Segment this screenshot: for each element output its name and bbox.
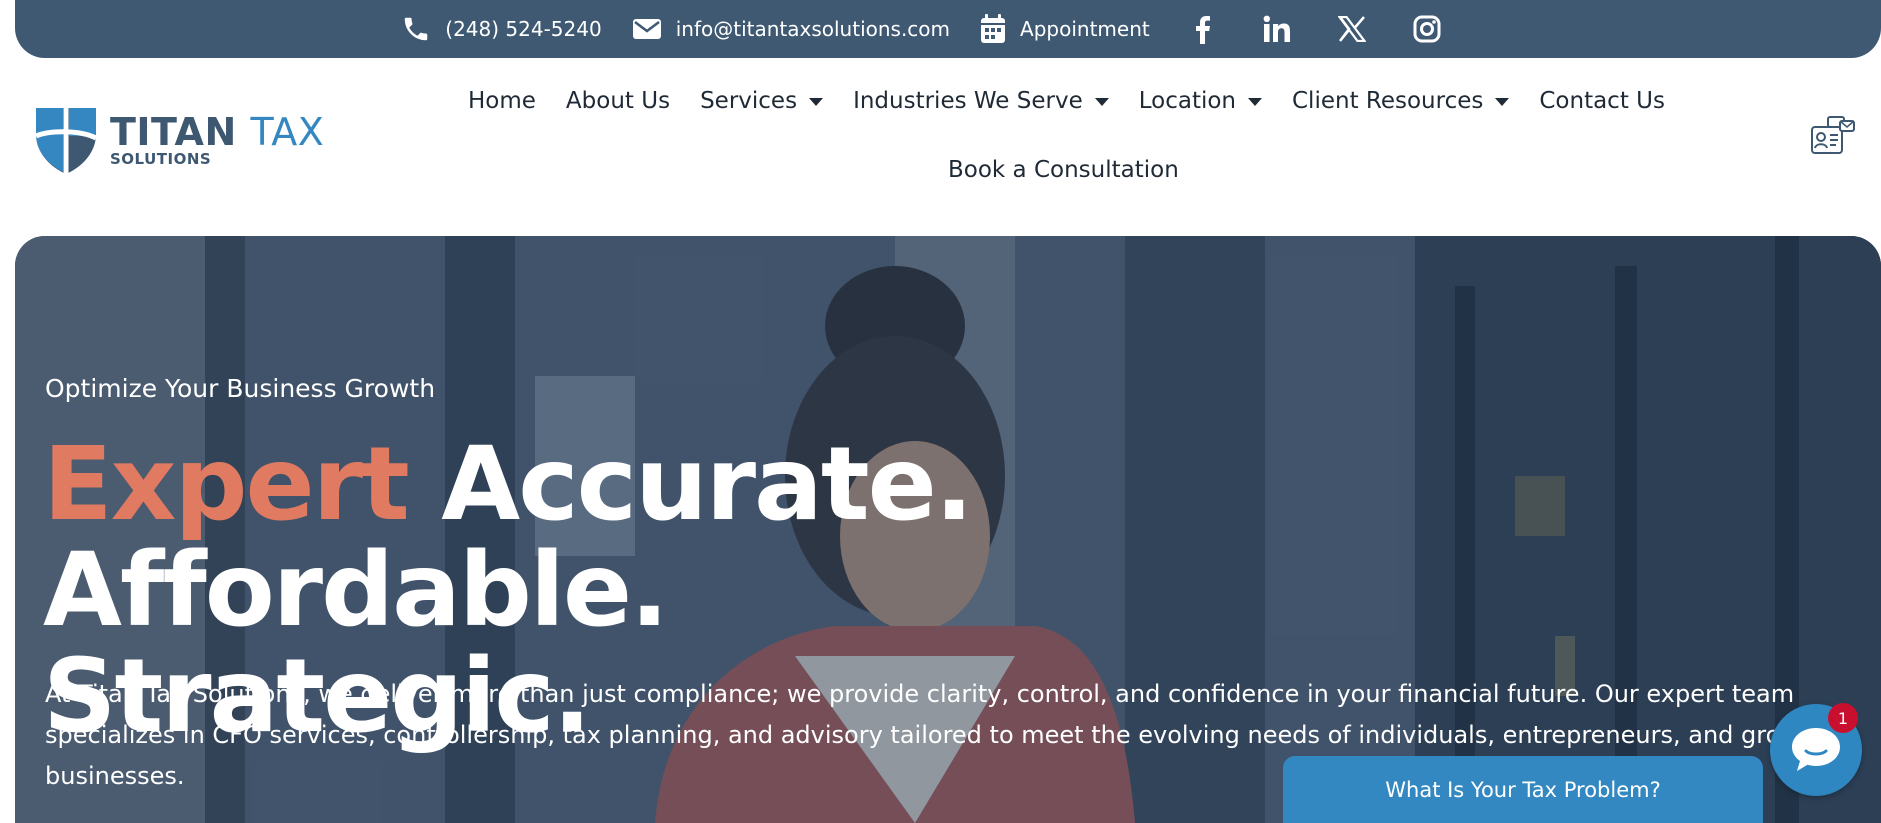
contact-card-icon[interactable]	[1808, 113, 1858, 163]
email-address: info@titantaxsolutions.com	[675, 17, 951, 41]
notification-badge: 1	[1828, 703, 1858, 733]
nav-client-resources[interactable]: Client Resources	[1292, 88, 1510, 114]
phone-link[interactable]: (248) 524-5240	[401, 14, 602, 44]
headline-accent-word: Expert	[43, 425, 410, 544]
nav-contact-label: Contact Us	[1539, 88, 1665, 114]
logo-word-tax: TAX	[250, 110, 325, 154]
envelope-icon	[632, 19, 661, 39]
social-links	[1182, 9, 1447, 49]
top-contact-bar: (248) 524-5240 info@titantaxsolutions.co…	[15, 0, 1881, 58]
hero-section: Optimize Your Business Growth Expert Acc…	[15, 236, 1881, 823]
caret-down-icon	[1495, 98, 1510, 106]
nav-about-us[interactable]: About Us	[566, 88, 670, 114]
nav-services-label: Services	[700, 88, 798, 114]
main-nav: Home About Us Services Industries We Ser…	[468, 88, 1665, 114]
hero-eyebrow: Optimize Your Business Growth	[45, 374, 436, 403]
linkedin-icon[interactable]	[1257, 9, 1297, 49]
shield-logo-icon	[35, 106, 98, 174]
nav-industries[interactable]: Industries We Serve	[853, 88, 1109, 114]
chat-icon	[1792, 728, 1840, 771]
site-logo[interactable]: TITAN TAX SOLUTIONS	[30, 104, 324, 176]
nav-location-label: Location	[1138, 88, 1236, 114]
x-icon[interactable]	[1332, 9, 1372, 49]
caret-down-icon	[1094, 98, 1109, 106]
calendar-icon	[981, 14, 1006, 43]
instagram-icon[interactable]	[1407, 9, 1447, 49]
nav-client-resources-label: Client Resources	[1292, 88, 1484, 114]
nav-about-label: About Us	[565, 88, 671, 114]
nav-home-label: Home	[468, 88, 536, 114]
caret-down-icon	[809, 98, 824, 106]
tax-problem-chat-bar[interactable]: What Is Your Tax Problem?	[1283, 756, 1763, 823]
logo-word-titan: TITAN	[110, 110, 237, 154]
logo-wordmark: TITAN TAX	[110, 112, 324, 152]
appointment-label: Appointment	[1020, 17, 1150, 41]
appointment-link[interactable]: Appointment	[980, 14, 1150, 44]
nav-home[interactable]: Home	[468, 88, 536, 114]
nav-industries-label: Industries We Serve	[853, 88, 1083, 114]
email-link[interactable]: info@titantaxsolutions.com	[632, 17, 950, 41]
phone-number: (248) 524-5240	[445, 17, 602, 41]
phone-icon	[405, 17, 428, 41]
nav-services[interactable]: Services	[700, 88, 824, 114]
nav-location[interactable]: Location	[1139, 88, 1262, 114]
facebook-icon[interactable]	[1182, 9, 1222, 49]
nav-contact-us[interactable]: Contact Us	[1539, 88, 1665, 114]
caret-down-icon	[1248, 98, 1262, 106]
nav-book-consultation[interactable]: Book a Consultation	[948, 157, 1179, 183]
